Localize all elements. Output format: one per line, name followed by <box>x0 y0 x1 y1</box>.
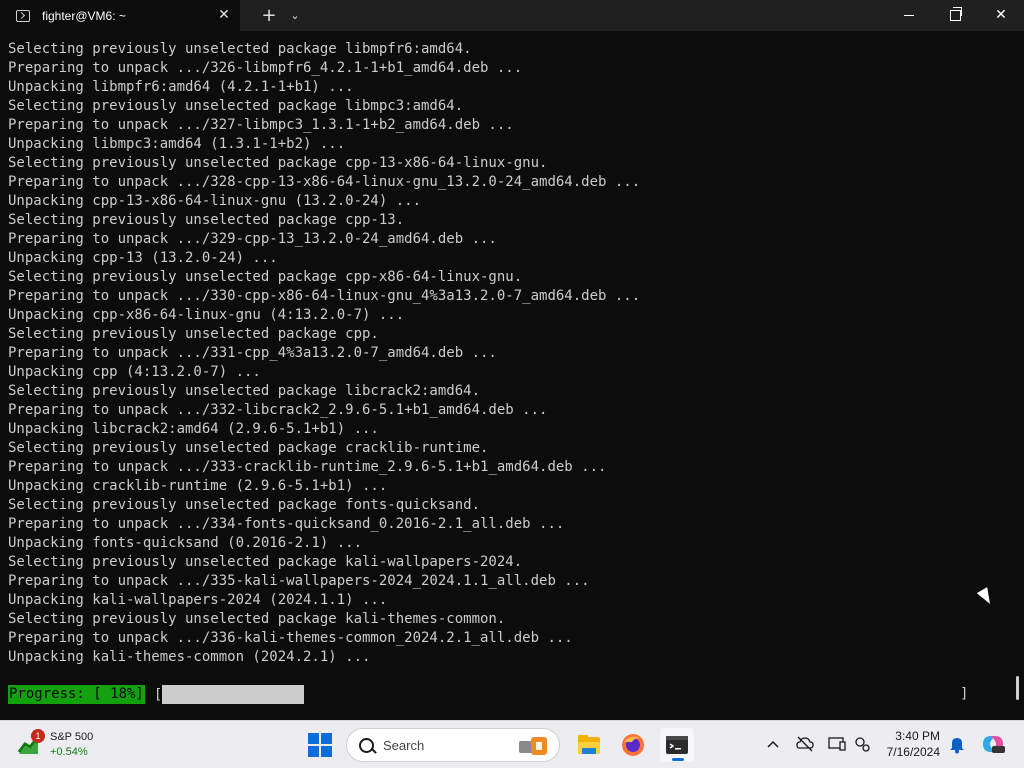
search-icon <box>359 738 374 753</box>
clock-date: 7/16/2024 <box>886 745 940 759</box>
terminal-line: Preparing to unpack .../335-kali-wallpap… <box>8 573 590 589</box>
terminal-line: Selecting previously unselected package … <box>8 98 464 114</box>
terminal-line: Selecting previously unselected package … <box>8 41 472 57</box>
terminal-line: Unpacking cpp-13 (13.2.0-24) ... <box>8 250 278 266</box>
terminal-line: Selecting previously unselected package … <box>8 326 379 342</box>
notification-bell-icon <box>950 738 964 754</box>
terminal-line: Preparing to unpack .../336-kali-themes-… <box>8 630 573 646</box>
terminal-line: Selecting previously unselected package … <box>8 497 481 513</box>
stock-name: S&P 500 <box>50 731 94 743</box>
progress-close-bracket: ] <box>960 686 969 702</box>
chevron-up-icon <box>767 740 779 748</box>
progress-label: Progress: [ 18%] <box>8 685 145 704</box>
progress-row: Progress: [ 18%] [ <box>8 685 305 704</box>
close-window-button[interactable]: ✕ <box>978 0 1024 31</box>
terminal-tab-icon <box>16 9 30 22</box>
terminal-line: Unpacking cpp (4:13.2.0-7) ... <box>8 364 261 380</box>
active-indicator <box>672 758 684 761</box>
terminal-line: Preparing to unpack .../331-cpp_4%3a13.2… <box>8 345 497 361</box>
restore-icon <box>949 6 962 21</box>
terminal-line: Preparing to unpack .../332-libcrack2_2.… <box>8 402 548 418</box>
stock-change: +0.54% <box>50 746 88 758</box>
terminal-line: Selecting previously unselected package … <box>8 554 523 570</box>
cloud-off-icon <box>796 736 814 752</box>
terminal-line: Unpacking cpp-13-x86-64-linux-gnu (13.2.… <box>8 193 422 209</box>
terminal-line: Selecting previously unselected package … <box>8 212 405 228</box>
terminal-line: Unpacking cpp-x86-64-linux-gnu (4:13.2.0… <box>8 307 405 323</box>
terminal-line: Unpacking cracklib-runtime (2.9.6-5.1+b1… <box>8 478 388 494</box>
copilot-button[interactable] <box>980 733 1006 755</box>
terminal-app-button[interactable] <box>660 728 694 762</box>
tab-dropdown-button[interactable]: ⌄ <box>284 0 306 31</box>
clock[interactable]: 3:40 PM 7/16/2024 <box>880 728 940 760</box>
terminal-line: Unpacking libmpc3:amd64 (1.3.1-1+b2) ... <box>8 136 346 152</box>
start-icon <box>308 733 319 744</box>
maximize-button[interactable] <box>932 0 978 31</box>
notifications-button[interactable] <box>946 733 968 755</box>
output-lines: Selecting previously unselected package … <box>8 40 640 667</box>
minimize-button[interactable] <box>886 0 932 31</box>
terminal-line: Preparing to unpack .../326-libmpfr6_4.2… <box>8 60 523 76</box>
close-tab-button[interactable]: ✕ <box>216 7 232 23</box>
new-tab-button[interactable]: + <box>254 0 284 31</box>
minimize-icon <box>904 14 914 16</box>
terminal-line: Preparing to unpack .../329-cpp-13_13.2.… <box>8 231 497 247</box>
display-button[interactable] <box>826 733 848 755</box>
onedrive-button[interactable] <box>794 733 816 755</box>
scrollbar-thumb[interactable] <box>1016 676 1019 700</box>
stock-widget[interactable]: 1 S&P 500 +0.54% <box>18 729 138 761</box>
progress-open-bracket: [ <box>153 686 163 703</box>
terminal-line: Unpacking libcrack2:amd64 (2.9.6-5.1+b1)… <box>8 421 379 437</box>
terminal-line: Unpacking libmpfr6:amd64 (4.2.1-1+b1) ..… <box>8 79 354 95</box>
start-button[interactable] <box>308 733 332 757</box>
terminal-line: Unpacking kali-wallpapers-2024 (2024.1.1… <box>8 592 388 608</box>
tab-title: fighter@VM6: ~ <box>42 8 126 23</box>
mouse-cursor <box>976 587 996 607</box>
taskbar-search[interactable]: Search <box>346 728 560 762</box>
search-highlight-icon <box>519 737 547 755</box>
terminal-line: Preparing to unpack .../330-cpp-x86-64-l… <box>8 288 641 304</box>
terminal-line: Selecting previously unselected package … <box>8 440 489 456</box>
firefox-button[interactable] <box>616 728 650 762</box>
search-placeholder: Search <box>383 738 425 753</box>
terminal-line: Preparing to unpack .../328-cpp-13-x86-6… <box>8 174 641 190</box>
terminal-line: Selecting previously unselected package … <box>8 383 481 399</box>
notification-badge: 1 <box>31 729 45 743</box>
copilot-icon <box>983 736 1005 753</box>
terminal-line: Unpacking kali-themes-common (2024.2.1) … <box>8 649 371 665</box>
terminal-line: Unpacking fonts-quicksand (0.2016-2.1) .… <box>8 535 363 551</box>
screen-icon <box>828 737 846 751</box>
file-explorer-icon <box>578 735 600 754</box>
terminal-tab[interactable]: fighter@VM6: ~ ✕ <box>0 0 240 31</box>
terminal-line: Selecting previously unselected package … <box>8 269 523 285</box>
terminal-line: Selecting previously unselected package … <box>8 155 548 171</box>
terminal-line: Preparing to unpack .../327-libmpc3_1.3.… <box>8 117 514 133</box>
settings-icon <box>855 737 870 752</box>
file-explorer-button[interactable] <box>572 728 606 762</box>
show-hidden-icons-button[interactable] <box>762 733 784 755</box>
clock-time: 3:40 PM <box>895 729 940 743</box>
title-bar: fighter@VM6: ~ ✕ + ⌄ ✕ <box>0 0 1024 31</box>
terminal-line: Preparing to unpack .../333-cracklib-run… <box>8 459 607 475</box>
terminal-line: Preparing to unpack .../334-fonts-quicks… <box>8 516 565 532</box>
taskbar: 1 S&P 500 +0.54% Search 3:40 PM 7/16/202… <box>0 720 1024 768</box>
quick-settings-button[interactable] <box>852 733 874 755</box>
terminal-output[interactable]: Selecting previously unselected package … <box>0 31 1024 720</box>
terminal-icon <box>666 736 688 754</box>
terminal-line: Selecting previously unselected package … <box>8 611 506 627</box>
firefox-icon <box>622 734 644 756</box>
progress-bar-fill <box>162 685 305 704</box>
